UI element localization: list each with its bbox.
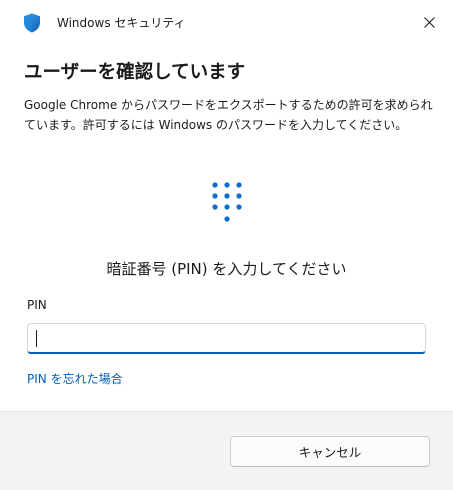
pin-field-label: PIN bbox=[27, 298, 47, 312]
dialog-footer: キャンセル bbox=[0, 411, 453, 490]
shield-icon bbox=[23, 13, 41, 33]
pin-input[interactable] bbox=[27, 323, 426, 354]
cancel-button[interactable]: キャンセル bbox=[230, 436, 430, 467]
description-text: Google Chrome からパスワードをエクスポートするための許可を求められ… bbox=[24, 98, 433, 132]
forgot-pin-link[interactable]: PIN を忘れた場合 bbox=[27, 370, 123, 387]
title-bar: Windows セキュリティ bbox=[0, 0, 453, 44]
pin-keypad-icon bbox=[210, 181, 244, 227]
pin-prompt: 暗証番号 (PIN) を入力してください bbox=[106, 260, 347, 278]
security-dialog: Windows セキュリティ ユーザーを確認しています Google Chrom… bbox=[0, 0, 453, 490]
text-caret bbox=[36, 330, 37, 347]
window-title: Windows セキュリティ bbox=[57, 16, 186, 30]
page-title: ユーザーを確認しています bbox=[24, 62, 246, 83]
close-icon bbox=[423, 13, 435, 32]
close-button[interactable] bbox=[410, 6, 448, 38]
